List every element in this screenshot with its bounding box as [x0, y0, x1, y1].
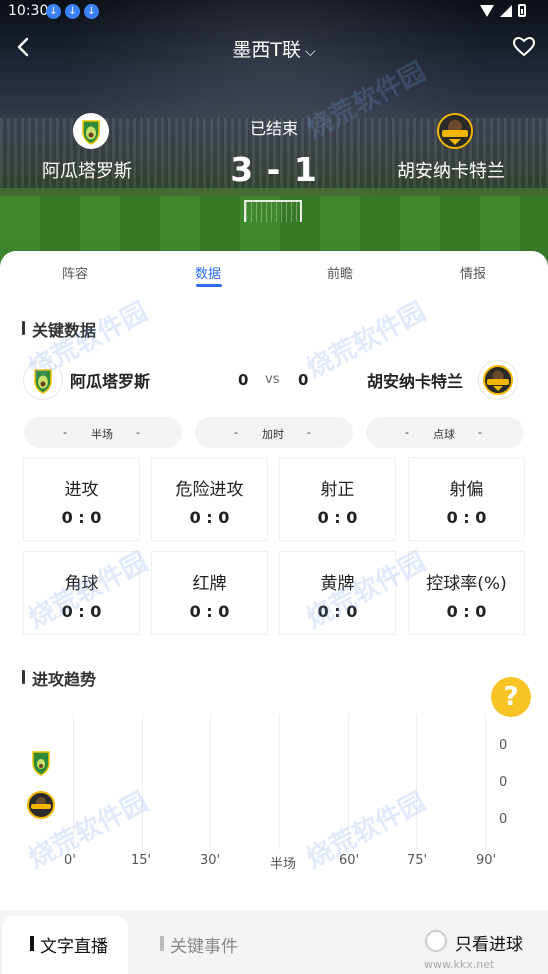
penalty-home: - — [405, 426, 409, 439]
extra-time-score: - 加时 - — [195, 417, 353, 448]
active-tab-indicator — [196, 284, 222, 287]
x-tick: 0' — [64, 853, 76, 868]
tab-data[interactable]: 数据 — [168, 263, 248, 282]
stat-corners: 角球 0 : 0 — [23, 551, 140, 635]
stat-label: 进攻 — [64, 480, 99, 500]
attack-trend-chart: 0 0 0 0' 15' 30' 半场 60' 75' 90' — [0, 706, 548, 886]
status-time: 10:30 — [8, 3, 49, 19]
y-value: 0 — [499, 738, 508, 753]
stat-possession: 控球率(%) 0 : 0 — [408, 551, 525, 635]
away-team-logo — [437, 113, 473, 149]
away-team-name: 胡安纳卡特兰 — [367, 372, 464, 391]
stat-value: 0 : 0 — [317, 508, 358, 527]
detail-tabs: 阵容 数据 前瞻 情报 — [0, 251, 548, 291]
stat-label: 射正 — [320, 480, 355, 500]
stat-attack: 进攻 0 : 0 — [23, 457, 140, 541]
wifi-icon — [480, 4, 494, 17]
stat-label: 危险进攻 — [175, 480, 244, 500]
stat-label: 红牌 — [192, 574, 227, 594]
extra-time-home: - — [234, 426, 238, 439]
extra-time-label: 加时 — [262, 428, 284, 441]
grid-line — [73, 714, 74, 849]
stat-value: 0 : 0 — [61, 508, 102, 527]
attack-trend-title: 进攻趋势 — [22, 666, 96, 690]
match-detail-panel: 阵容 数据 前瞻 情报 关键数据 阿瓜塔罗斯 0 vs 0 胡安纳卡特兰 - 半… — [0, 251, 548, 974]
penalty-label: 点球 — [433, 428, 455, 441]
goals-only-toggle[interactable] — [425, 930, 447, 952]
tab-lineup[interactable]: 阵容 — [35, 263, 115, 282]
stat-label: 黄牌 — [320, 574, 355, 594]
x-tick: 60' — [339, 853, 360, 868]
x-tick: 15' — [131, 853, 152, 868]
stat-label: 角球 — [64, 574, 99, 594]
download-icon: ↓ — [84, 4, 99, 19]
y-value: 0 — [499, 812, 508, 827]
stat-shots-off-target: 射偏 0 : 0 — [408, 457, 525, 541]
live-text-label: 文字直播 — [30, 932, 108, 957]
half-time-label: 半场 — [91, 428, 113, 441]
away-team-logo — [27, 791, 55, 819]
home-team-logo — [32, 751, 50, 776]
stat-value: 0 : 0 — [317, 602, 358, 621]
chevron-down-icon: ⌵ — [304, 44, 316, 60]
heart-icon[interactable] — [512, 35, 536, 59]
away-team-logo — [479, 361, 517, 399]
league-title: 墨西T联 — [232, 39, 301, 61]
home-score: 0 — [238, 371, 249, 389]
status-bar: 10:30 ↓ ↓ ↓ — [0, 0, 548, 24]
home-team-logo — [24, 361, 62, 399]
tab-preview[interactable]: 前瞻 — [300, 263, 380, 282]
x-tick: 75' — [407, 853, 428, 868]
x-tick: 90' — [476, 853, 497, 868]
status-indicators — [480, 4, 526, 17]
stat-label: 射偏 — [449, 480, 484, 500]
half-time-score: - 半场 - — [24, 417, 182, 448]
stat-value: 0 : 0 — [446, 508, 487, 527]
penalty-away: - — [478, 426, 482, 439]
grid-line — [348, 714, 349, 849]
home-team-name: 阿瓜塔罗斯 — [70, 372, 151, 391]
signal-icon — [500, 4, 512, 17]
stat-red-cards: 红牌 0 : 0 — [151, 551, 268, 635]
x-tick: 30' — [200, 853, 221, 868]
away-score: 0 — [298, 371, 309, 389]
goal-net — [244, 200, 302, 222]
grid-line — [485, 714, 486, 849]
x-tick: 半场 — [270, 857, 297, 872]
stat-shots-on-target: 射正 0 : 0 — [279, 457, 396, 541]
half-time-home: - — [63, 426, 67, 439]
goals-only-label[interactable]: 只看进球 — [455, 930, 523, 955]
stat-value: 0 : 0 — [189, 508, 230, 527]
download-icon: ↓ — [46, 4, 61, 19]
stat-label: 控球率(%) — [426, 574, 507, 594]
grid-line — [210, 714, 211, 849]
download-icon: ↓ — [65, 4, 80, 19]
vs-label: vs — [265, 372, 280, 387]
stat-dangerous-attack: 危险进攻 0 : 0 — [151, 457, 268, 541]
grid-line — [142, 714, 143, 849]
stat-yellow-cards: 黄牌 0 : 0 — [279, 551, 396, 635]
tab-intel[interactable]: 情报 — [433, 263, 513, 282]
half-time-away: - — [136, 426, 140, 439]
key-data-title: 关键数据 — [22, 317, 96, 341]
away-team-name: 胡安纳卡特兰 — [397, 161, 505, 182]
grid-line — [416, 714, 417, 849]
site-watermark: www.kkx.net — [424, 958, 495, 971]
stat-value: 0 : 0 — [61, 602, 102, 621]
penalty-score: - 点球 - — [366, 417, 524, 448]
battery-icon — [518, 4, 526, 17]
tab-live-text[interactable]: 文字直播 — [2, 916, 128, 974]
extra-time-away: - — [307, 426, 311, 439]
stat-value: 0 : 0 — [189, 602, 230, 621]
y-value: 0 — [499, 775, 508, 790]
match-header: 10:30 ↓ ↓ ↓ 墨西T联 ⌵ 已结束 阿瓜塔罗斯 3 - 1 胡安纳卡特兰 — [0, 0, 548, 272]
tab-key-events[interactable]: 关键事件 — [160, 932, 238, 957]
grid-line — [279, 714, 280, 849]
stat-value: 0 : 0 — [446, 602, 487, 621]
league-selector[interactable]: 墨西T联 ⌵ — [0, 35, 548, 62]
